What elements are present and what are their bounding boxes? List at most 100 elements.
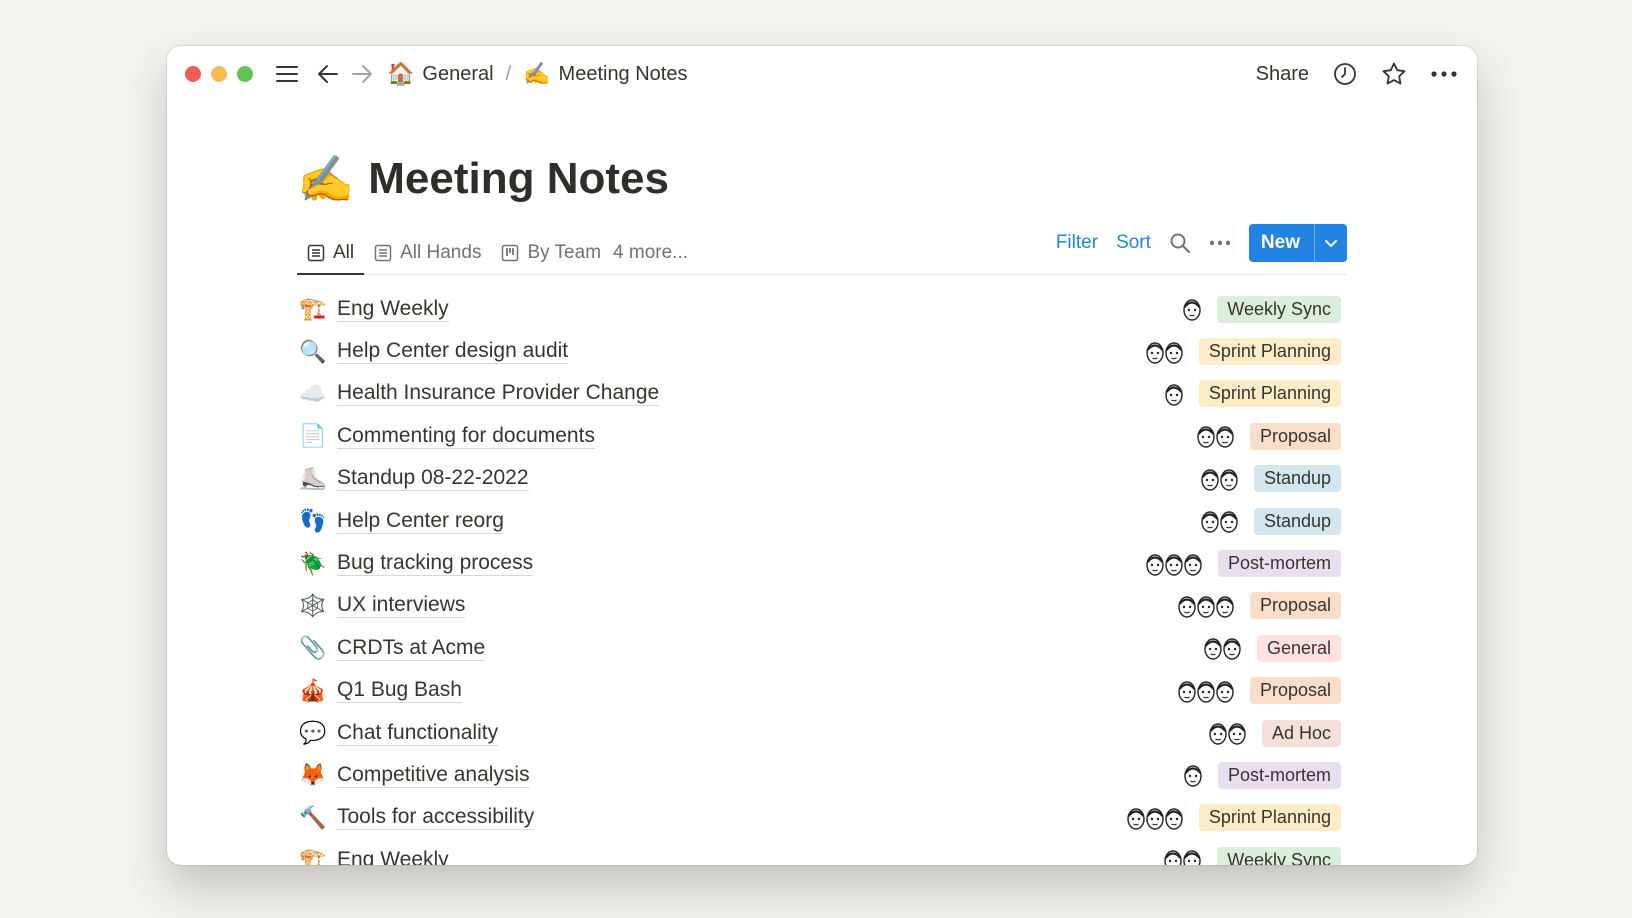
row-page-icon: 🔍 bbox=[299, 338, 327, 364]
type-tag[interactable]: Sprint Planning bbox=[1198, 804, 1341, 832]
more-views-button[interactable]: 4 more... bbox=[613, 242, 688, 264]
type-tag[interactable]: Post-mortem bbox=[1217, 761, 1341, 789]
type-tag[interactable]: Standup bbox=[1253, 465, 1341, 493]
chevron-down-icon[interactable] bbox=[1314, 224, 1347, 262]
maximize-window-button[interactable] bbox=[237, 66, 253, 82]
attendees-avatars[interactable] bbox=[1125, 805, 1185, 831]
type-tag[interactable]: Standup bbox=[1253, 507, 1341, 535]
breadcrumb-separator: / bbox=[505, 62, 512, 85]
type-tag[interactable]: Sprint Planning bbox=[1198, 380, 1341, 408]
table-row[interactable]: 👣 Help Center reorg Standup bbox=[297, 500, 1347, 542]
table-row[interactable]: ⛸️ Standup 08-22-2022 Standup bbox=[297, 458, 1347, 500]
table-row[interactable]: 🏗️ Eng Weekly Weekly Sync bbox=[297, 288, 1347, 330]
table-row[interactable]: 🔨 Tools for accessibility Sprint Planning bbox=[297, 797, 1347, 839]
row-title-link[interactable]: Commenting for documents bbox=[337, 424, 595, 449]
row-page-icon: 🪲 bbox=[299, 550, 327, 576]
page-title[interactable]: Meeting Notes bbox=[368, 154, 669, 204]
favorite-star-icon[interactable] bbox=[1381, 61, 1407, 87]
row-title-link[interactable]: Q1 Bug Bash bbox=[337, 678, 462, 704]
attendees-avatars[interactable] bbox=[1176, 678, 1236, 704]
attendees-avatars[interactable] bbox=[1182, 762, 1204, 788]
attendees-avatars[interactable] bbox=[1181, 296, 1203, 322]
row-title-link[interactable]: Eng Weekly bbox=[337, 848, 449, 865]
more-options-icon[interactable] bbox=[1431, 70, 1457, 78]
filter-button[interactable]: Filter bbox=[1056, 232, 1098, 254]
row-title-link[interactable]: Help Center design audit bbox=[337, 339, 569, 365]
row-properties: Weekly Sync bbox=[1162, 846, 1341, 865]
new-page-button[interactable]: New bbox=[1248, 224, 1347, 262]
row-page-icon: 📄 bbox=[299, 423, 327, 449]
table-row[interactable]: 🦊 Competitive analysis Post-mortem bbox=[297, 754, 1347, 796]
row-title-link[interactable]: Chat functionality bbox=[337, 721, 499, 746]
avatar bbox=[1214, 423, 1236, 449]
type-tag[interactable]: Proposal bbox=[1249, 592, 1341, 620]
share-button[interactable]: Share bbox=[1256, 63, 1309, 86]
row-page-icon: 🔨 bbox=[299, 804, 327, 830]
forward-arrow-icon[interactable] bbox=[351, 64, 373, 84]
attendees-avatars[interactable] bbox=[1207, 720, 1248, 746]
search-icon[interactable] bbox=[1169, 232, 1191, 254]
history-clock-icon[interactable] bbox=[1333, 62, 1357, 86]
table-row[interactable]: 💬 Chat functionality Ad Hoc bbox=[297, 712, 1347, 754]
avatar bbox=[1163, 805, 1185, 831]
row-title-link[interactable]: Eng Weekly bbox=[337, 297, 449, 322]
attendees-avatars[interactable] bbox=[1176, 593, 1236, 619]
attendees-avatars[interactable] bbox=[1202, 635, 1243, 661]
row-title-link[interactable]: CRDTs at Acme bbox=[337, 636, 486, 661]
row-title-link[interactable]: Tools for accessibility bbox=[337, 805, 535, 831]
avatar bbox=[1181, 847, 1203, 865]
database-more-icon[interactable] bbox=[1209, 240, 1231, 246]
avatar bbox=[1163, 339, 1185, 365]
type-tag[interactable]: Weekly Sync bbox=[1217, 846, 1341, 865]
tab-all[interactable]: All bbox=[297, 232, 365, 275]
attendees-avatars[interactable] bbox=[1144, 339, 1185, 365]
table-row[interactable]: 📎 CRDTs at Acme General bbox=[297, 627, 1347, 669]
type-tag[interactable]: Sprint Planning bbox=[1198, 338, 1341, 366]
row-title-link[interactable]: Help Center reorg bbox=[337, 509, 504, 534]
table-row[interactable]: 📄 Commenting for documents Proposal bbox=[297, 415, 1347, 457]
house-emoji-icon: 🏠 bbox=[387, 61, 415, 86]
type-tag[interactable]: General bbox=[1256, 634, 1341, 662]
minimize-window-button[interactable] bbox=[211, 66, 227, 82]
type-tag[interactable]: Weekly Sync bbox=[1217, 295, 1341, 323]
attendees-avatars[interactable] bbox=[1199, 508, 1240, 534]
sort-button[interactable]: Sort bbox=[1116, 232, 1151, 254]
type-tag[interactable]: Proposal bbox=[1249, 677, 1341, 705]
breadcrumb-item-general[interactable]: 🏠 General bbox=[387, 61, 494, 87]
attendees-avatars[interactable] bbox=[1144, 551, 1204, 577]
row-properties: Standup bbox=[1199, 465, 1341, 493]
row-title-link[interactable]: Standup 08-22-2022 bbox=[337, 466, 529, 492]
row-page-icon: 🦊 bbox=[299, 762, 327, 788]
attendees-avatars[interactable] bbox=[1162, 847, 1203, 865]
row-title-link[interactable]: Health Insurance Provider Change bbox=[337, 381, 660, 407]
tab-by-team[interactable]: By Team bbox=[491, 232, 611, 274]
row-properties: General bbox=[1202, 634, 1341, 662]
table-row[interactable]: 🏗️ Eng Weekly Weekly Sync bbox=[297, 839, 1347, 865]
avatar bbox=[1182, 551, 1204, 577]
page-icon[interactable]: ✍️ bbox=[297, 156, 354, 202]
table-row[interactable]: 🎪 Q1 Bug Bash Proposal bbox=[297, 670, 1347, 712]
breadcrumb-item-meeting-notes[interactable]: ✍️ Meeting Notes bbox=[523, 61, 687, 87]
row-title-link[interactable]: Bug tracking process bbox=[337, 551, 534, 577]
tab-all-hands[interactable]: All Hands bbox=[364, 232, 491, 274]
back-arrow-icon[interactable] bbox=[317, 64, 339, 84]
attendees-avatars[interactable] bbox=[1195, 423, 1236, 449]
avatar bbox=[1218, 508, 1240, 534]
row-properties: Proposal bbox=[1176, 592, 1341, 620]
breadcrumb-label: Meeting Notes bbox=[558, 62, 688, 85]
attendees-avatars[interactable] bbox=[1163, 381, 1185, 407]
table-row[interactable]: 🕸️ UX interviews Proposal bbox=[297, 585, 1347, 627]
row-title-link[interactable]: UX interviews bbox=[337, 593, 466, 619]
row-page-icon: 👣 bbox=[299, 508, 327, 534]
row-page-icon: 🏗️ bbox=[299, 296, 327, 322]
type-tag[interactable]: Post-mortem bbox=[1217, 550, 1341, 578]
close-window-button[interactable] bbox=[185, 66, 201, 82]
type-tag[interactable]: Ad Hoc bbox=[1261, 719, 1341, 747]
type-tag[interactable]: Proposal bbox=[1249, 422, 1341, 450]
table-row[interactable]: 🪲 Bug tracking process Post-mortem bbox=[297, 542, 1347, 584]
table-row[interactable]: 🔍 Help Center design audit Sprint Planning bbox=[297, 330, 1347, 372]
attendees-avatars[interactable] bbox=[1199, 466, 1240, 492]
table-row[interactable]: ☁️ Health Insurance Provider Change Sprint… bbox=[297, 373, 1347, 415]
row-title-link[interactable]: Competitive analysis bbox=[337, 763, 530, 788]
sidebar-menu-icon[interactable] bbox=[275, 64, 299, 84]
